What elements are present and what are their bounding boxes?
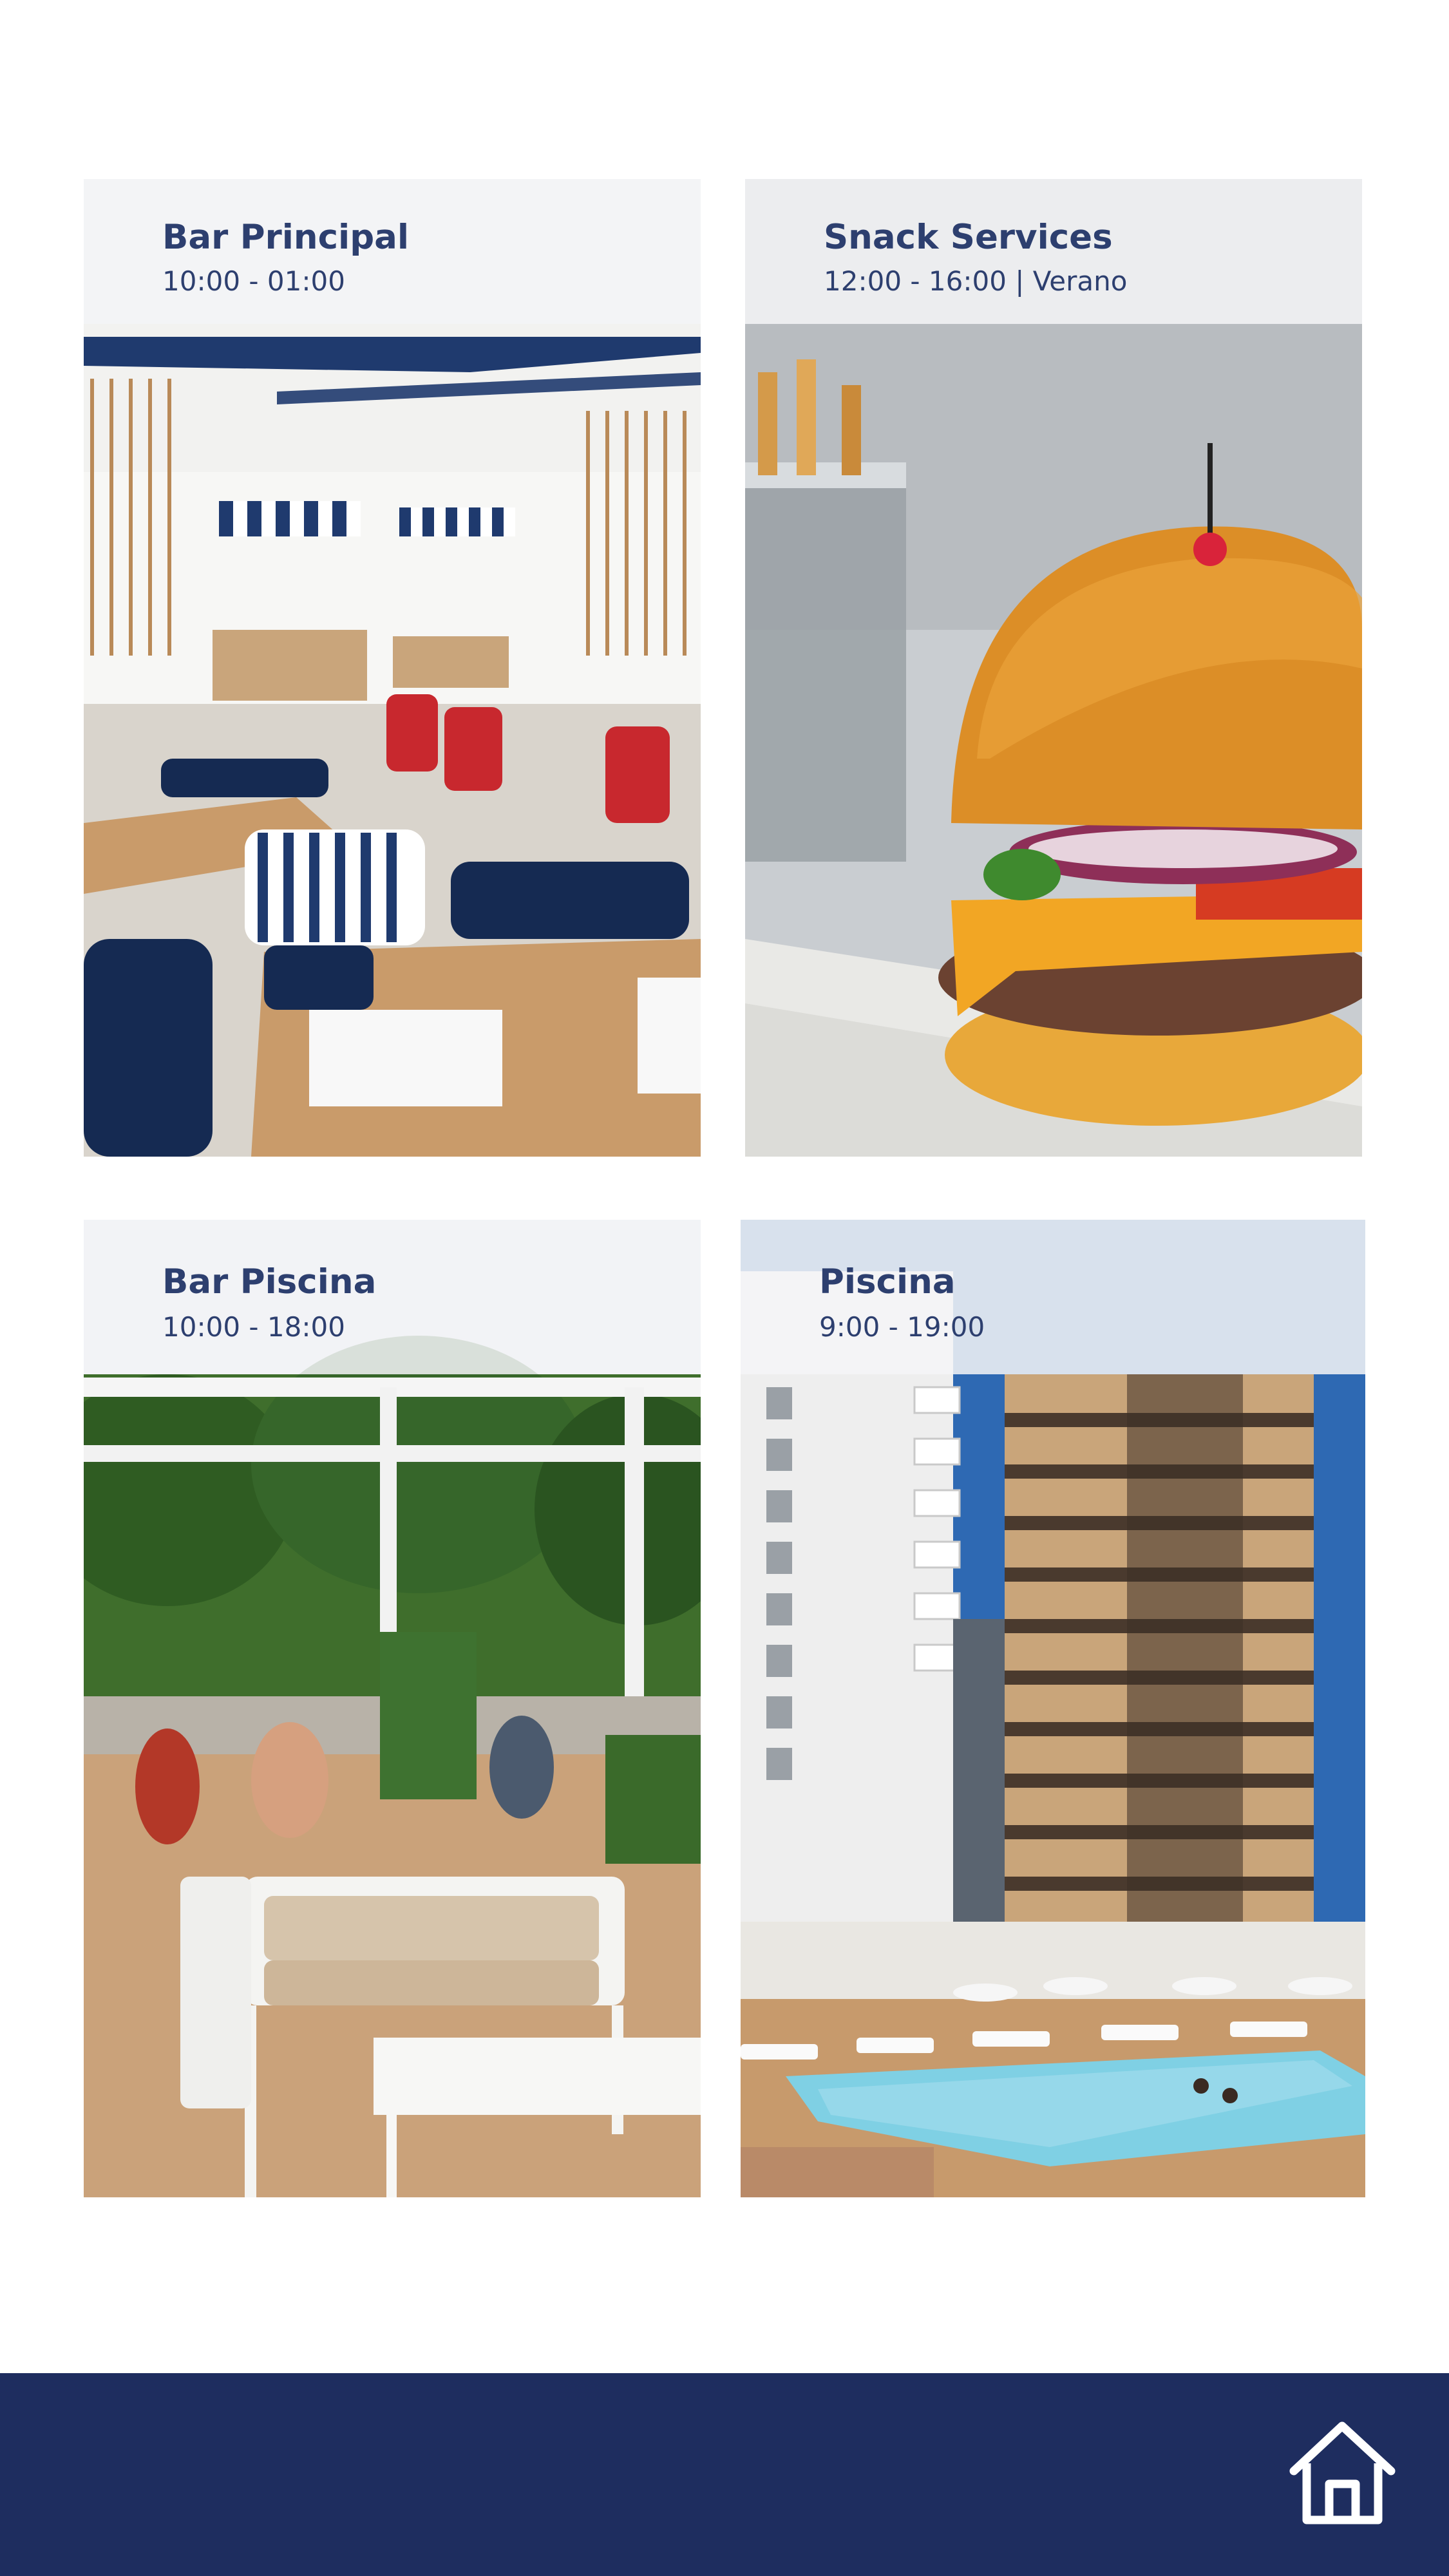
venue-hours: 10:00 - 18:00 xyxy=(162,1311,345,1343)
burger-closeup-photo xyxy=(745,179,1362,1157)
venue-card-bar-principal[interactable]: Bar Principal 10:00 - 01:00 xyxy=(84,179,701,1157)
footer-bar xyxy=(0,2373,1449,2576)
venue-hours: 12:00 - 16:00 | Verano xyxy=(824,265,1128,297)
venue-title: Piscina xyxy=(819,1262,956,1302)
venue-hours: 10:00 - 01:00 xyxy=(162,265,345,297)
venue-card-piscina[interactable]: Piscina 9:00 - 19:00 xyxy=(741,1220,1365,2197)
venue-title: Bar Piscina xyxy=(162,1262,377,1302)
venue-title: Snack Services xyxy=(824,218,1113,257)
venue-card-bar-piscina[interactable]: Bar Piscina 10:00 - 18:00 xyxy=(84,1220,701,2197)
venue-title: Bar Principal xyxy=(162,218,410,257)
home-button[interactable] xyxy=(1286,2417,1399,2526)
venue-hours: 9:00 - 19:00 xyxy=(819,1311,985,1343)
restaurant-dining-room-photo xyxy=(84,179,701,1157)
home-icon xyxy=(1289,2421,1396,2524)
venue-card-snack-services[interactable]: Snack Services 12:00 - 16:00 | Verano xyxy=(745,179,1362,1157)
venues-page: Bar Principal 10:00 - 01:00 Snack Servic… xyxy=(0,0,1449,2576)
